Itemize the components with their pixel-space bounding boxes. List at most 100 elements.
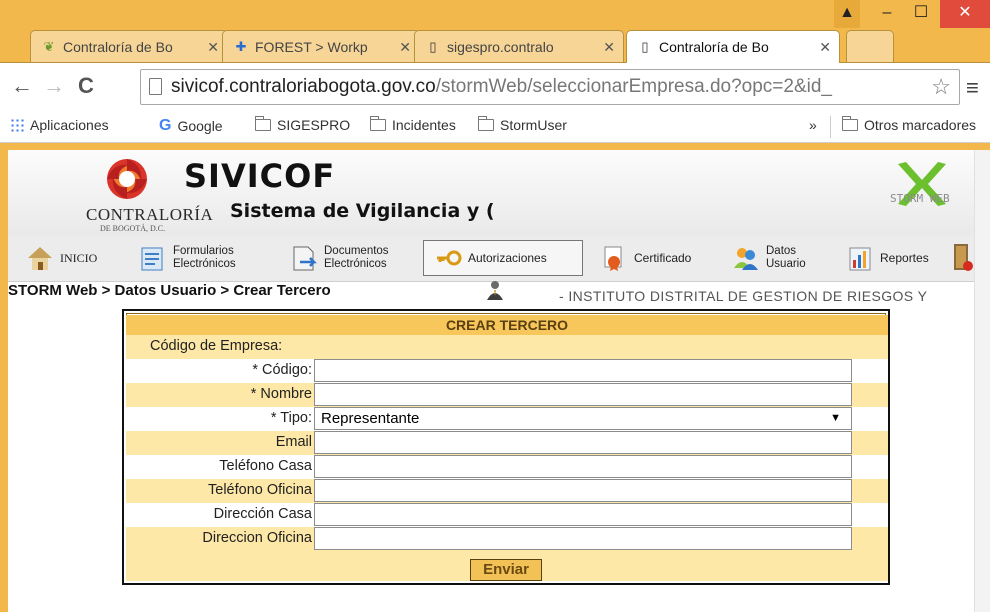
minimize-button[interactable]: –	[870, 0, 904, 28]
tab-close-icon[interactable]: ✕	[207, 39, 219, 56]
direccion-oficina-input[interactable]	[314, 527, 852, 550]
field-label: * Nombre	[250, 386, 312, 402]
menu-label: Reportes	[880, 251, 929, 265]
forest-favicon-icon: ✚	[235, 38, 247, 54]
window-left-border	[0, 150, 8, 612]
telefono-casa-input[interactable]	[314, 455, 852, 478]
menu-label-line2: Electrónicos	[173, 258, 236, 270]
form-row-direccion-oficina: Direccion Oficina	[126, 527, 888, 551]
field-label: Teléfono Casa	[219, 458, 312, 474]
url-path: /stormWeb/seleccionarEmpresa.do?opc=2&id…	[435, 76, 832, 97]
telefono-oficina-input[interactable]	[314, 479, 852, 502]
codigo-input[interactable]	[314, 359, 852, 382]
bookmark-stormuser[interactable]: StormUser	[478, 116, 567, 133]
google-icon: G	[159, 117, 172, 134]
bookmark-divider	[830, 116, 831, 138]
enviar-button[interactable]: Enviar	[470, 559, 542, 581]
page-info-icon[interactable]	[149, 78, 162, 95]
logout-door-icon[interactable]	[952, 242, 974, 274]
bookmark-incidentes[interactable]: Incidentes	[370, 116, 456, 133]
bookmark-other[interactable]: Otros marcadores	[842, 116, 977, 133]
field-label: * Código:	[252, 362, 312, 378]
folder-icon	[842, 116, 858, 131]
browser-toolbar: ← → C sivicof.contraloriabogota.gov.co/s…	[0, 62, 990, 113]
menu-inicio[interactable]: INICIO	[26, 240, 97, 276]
page-icon: ▯	[429, 38, 437, 54]
company-name: - INSTITUTO DISTRITAL DE GESTION DE RIES…	[559, 288, 928, 304]
tab-close-icon[interactable]: ✕	[603, 39, 615, 56]
bookmark-label: SIGESPRO	[277, 117, 351, 133]
vertical-scrollbar[interactable]	[974, 150, 990, 612]
tipo-select[interactable]: Representante ▼	[314, 407, 852, 430]
forward-arrow-icon[interactable]: →	[40, 73, 68, 99]
bookmark-label: Aplicaciones	[30, 117, 109, 133]
menu-label-line2: Electrónicos	[324, 258, 387, 270]
menu-label: Certificado	[634, 251, 692, 265]
title-bar: ❦ Contraloría de Bo ✕ ✚ FOREST > Workp ✕…	[0, 0, 990, 63]
menu-label-line1: Formularios	[173, 245, 234, 257]
back-arrow-icon[interactable]: ←	[8, 73, 36, 99]
storm-web-logo: STORM WEB	[890, 162, 950, 206]
folder-icon	[370, 116, 386, 131]
bookmark-label: Incidentes	[392, 117, 456, 133]
reload-icon[interactable]: C	[72, 73, 100, 99]
menu-certificado[interactable]: Certificado	[600, 240, 691, 276]
bookmarks-overflow[interactable]: »	[809, 117, 817, 133]
menu-formularios[interactable]: Formularios Electrónicos	[139, 240, 236, 276]
contraloria-favicon-icon: ❦	[43, 38, 55, 54]
bookmark-apps[interactable]: Aplicaciones	[10, 117, 109, 133]
address-bar[interactable]: sivicof.contraloriabogota.gov.co/stormWe…	[140, 69, 960, 105]
form-row-direccion-casa: Dirección Casa	[126, 503, 888, 527]
form-row-codigo: * Código:	[126, 359, 888, 383]
bookmark-star-icon[interactable]: ☆	[931, 74, 951, 100]
documents-icon	[293, 246, 318, 271]
form-row-telefono-oficina: Teléfono Oficina	[126, 479, 888, 503]
users-icon	[734, 248, 758, 270]
close-window-button[interactable]: ✕	[940, 0, 990, 28]
apps-grid-icon	[10, 118, 24, 132]
folder-icon	[255, 116, 271, 131]
company-code-label: Código de Empresa:	[150, 338, 283, 354]
bookmark-label: Google	[177, 118, 223, 134]
tab-4-active[interactable]: ▯ Contraloría de Bo ✕	[626, 30, 840, 63]
email-input[interactable]	[314, 431, 852, 454]
tab-1[interactable]: ❦ Contraloría de Bo ✕	[30, 30, 228, 62]
form-row-email: Email	[126, 431, 888, 455]
crear-tercero-form: CREAR TERCERO Código de Empresa: * Códig…	[122, 309, 890, 585]
menu-documentos[interactable]: Documentos Electrónicos	[290, 240, 389, 276]
home-icon	[28, 247, 52, 270]
storm-logo-text: STORM WEB	[890, 192, 950, 205]
tab-3[interactable]: ▯ sigespro.contralo ✕	[414, 30, 624, 62]
field-label: Email	[275, 434, 312, 450]
menu-reportes[interactable]: Reportes	[846, 240, 929, 276]
menu-autorizaciones[interactable]: Autorizaciones	[423, 240, 583, 276]
menu-label: Autorizaciones	[468, 251, 547, 265]
contraloria-logo-icon	[107, 159, 147, 199]
new-tab-button[interactable]	[846, 30, 894, 62]
tab-close-icon[interactable]: ✕	[819, 39, 831, 56]
menu-datos-usuario[interactable]: Datos Usuario	[732, 240, 806, 276]
bookmark-sigespro[interactable]: SIGESPRO	[255, 116, 351, 133]
direccion-casa-input[interactable]	[314, 503, 852, 526]
certificate-icon	[604, 246, 622, 271]
form-row-nombre: * Nombre	[126, 383, 888, 407]
tab-close-icon[interactable]: ✕	[399, 39, 411, 56]
bookmark-google[interactable]: G Google	[159, 117, 223, 135]
forms-icon	[141, 247, 163, 271]
user-profile-icon[interactable]: ▲	[834, 0, 860, 28]
breadcrumb: STORM Web > Datos Usuario > Crear Tercer…	[8, 282, 331, 299]
form-title: CREAR TERCERO	[126, 315, 888, 335]
form-row-tipo: * Tipo: Representante ▼	[126, 407, 888, 431]
nombre-input[interactable]	[314, 383, 852, 406]
chart-icon	[849, 247, 871, 271]
tab-title: sigespro.contralo	[447, 38, 554, 55]
menu-icon[interactable]: ≡	[966, 75, 979, 101]
field-label: * Tipo:	[270, 410, 312, 426]
bookmark-label: Otros marcadores	[864, 117, 977, 133]
maximize-button[interactable]: ☐	[904, 0, 938, 28]
tab-2[interactable]: ✚ FOREST > Workp ✕	[222, 30, 420, 62]
bookmark-label: StormUser	[500, 117, 567, 133]
bookmark-label: »	[809, 117, 817, 133]
url-text[interactable]: sivicof.contraloriabogota.gov.co/stormWe…	[171, 76, 832, 98]
menu-label-line2: Usuario	[766, 258, 806, 270]
